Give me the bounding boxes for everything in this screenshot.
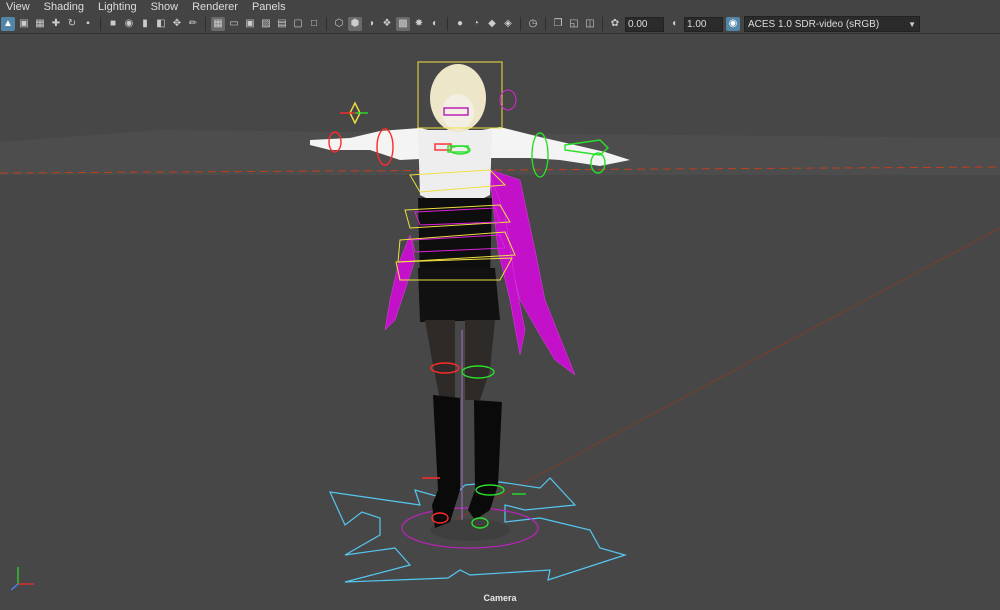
camera-attributes-icon[interactable]: ◉ xyxy=(122,17,136,31)
menu-lighting[interactable]: Lighting xyxy=(92,0,145,15)
menu-renderer[interactable]: Renderer xyxy=(186,0,246,15)
scene-canvas xyxy=(0,61,1000,591)
panel-menubar: View Shading Lighting Show Renderer Pane… xyxy=(0,0,1000,15)
exposure-field[interactable] xyxy=(625,16,664,32)
ambient-occlusion-icon[interactable]: ● xyxy=(453,17,467,31)
depth-of-field-icon[interactable]: ◈ xyxy=(501,17,515,31)
image-plane-icon[interactable]: ◧ xyxy=(154,17,168,31)
menu-panels[interactable]: Panels xyxy=(246,0,294,15)
isolate-select-icon[interactable]: ◷ xyxy=(526,17,540,31)
field-chart-icon[interactable]: ▤ xyxy=(275,17,289,31)
right-boot xyxy=(468,400,502,520)
xray-components-icon[interactable]: ◫ xyxy=(583,17,597,31)
gate-mask-icon[interactable]: ▨ xyxy=(259,17,273,31)
move-icon[interactable]: ✚ xyxy=(49,17,63,31)
panel-toolbar: ▲ ▣ ▦ ✚ ↻ ▪ ■ ◉ ▮ ◧ ✥ ✏ ▦ ▭ ▣ ▨ ▤ ▢ □ ⬡ … xyxy=(0,15,1000,34)
paint-select-icon[interactable]: ▦ xyxy=(33,17,47,31)
xray-icon[interactable]: ❐ xyxy=(551,17,565,31)
toolbar-separator xyxy=(100,17,101,31)
viewport-panel: View Shading Lighting Show Renderer Pane… xyxy=(0,0,1000,610)
xray-joints-icon[interactable]: ◱ xyxy=(567,17,581,31)
right-leg xyxy=(465,320,495,400)
toolbar-separator xyxy=(520,17,521,31)
pivot-gizmo[interactable] xyxy=(340,101,368,125)
grid-icon[interactable]: ▦ xyxy=(211,17,225,31)
scale-icon[interactable]: ▪ xyxy=(81,17,95,31)
exposure-icon[interactable]: ✿ xyxy=(608,17,622,31)
select-icon[interactable]: ▲ xyxy=(1,17,15,31)
bookmark-icon[interactable]: ▮ xyxy=(138,17,152,31)
gamma-field[interactable] xyxy=(684,16,723,32)
toolbar-separator xyxy=(545,17,546,31)
pan-zoom-icon[interactable]: ✥ xyxy=(170,17,184,31)
shadows-icon[interactable]: ◐ xyxy=(428,17,442,31)
lasso-icon[interactable]: ▣ xyxy=(17,17,31,31)
axis-gizmo xyxy=(10,567,34,591)
film-gate-icon[interactable]: ▭ xyxy=(227,17,241,31)
lights-icon[interactable]: ✸ xyxy=(412,17,426,31)
skirt xyxy=(418,268,500,322)
smooth-shade-icon[interactable]: ⬢ xyxy=(348,17,362,31)
left-leg xyxy=(425,320,455,400)
toolbar-separator xyxy=(602,17,603,31)
toolbar-separator xyxy=(205,17,206,31)
gamma-icon[interactable]: ◖ xyxy=(667,17,681,31)
color-space-value: ACES 1.0 SDR-video (sRGB) xyxy=(748,18,880,30)
toolbar-separator xyxy=(447,17,448,31)
menu-shading[interactable]: Shading xyxy=(38,0,92,15)
3d-viewport[interactable]: Camera xyxy=(0,34,1000,610)
toolbar-separator xyxy=(326,17,327,31)
default-material-icon[interactable]: ◑ xyxy=(364,17,378,31)
color-space-dropdown[interactable]: ACES 1.0 SDR-video (sRGB) ▼ xyxy=(744,16,920,32)
motion-blur-icon[interactable]: ◔ xyxy=(469,17,483,31)
chevron-down-icon: ▼ xyxy=(908,19,916,29)
camera-label: Camera xyxy=(483,593,517,603)
menu-view[interactable]: View xyxy=(0,0,38,15)
rotate-icon[interactable]: ↻ xyxy=(65,17,79,31)
grease-pencil-icon[interactable]: ✏ xyxy=(186,17,200,31)
resolution-gate-icon[interactable]: ▣ xyxy=(243,17,257,31)
wireframe-on-shaded-icon[interactable]: ❖ xyxy=(380,17,394,31)
face xyxy=(442,94,474,130)
safe-action-icon[interactable]: ▢ xyxy=(291,17,305,31)
textured-icon[interactable]: ▩ xyxy=(396,17,410,31)
camera-icon[interactable]: ■ xyxy=(106,17,120,31)
wireframe-icon[interactable]: ⬡ xyxy=(332,17,346,31)
anti-alias-icon[interactable]: ◆ xyxy=(485,17,499,31)
color-management-icon[interactable]: ◉ xyxy=(726,17,740,31)
safe-title-icon[interactable]: □ xyxy=(307,17,321,31)
menu-show[interactable]: Show xyxy=(145,0,187,15)
